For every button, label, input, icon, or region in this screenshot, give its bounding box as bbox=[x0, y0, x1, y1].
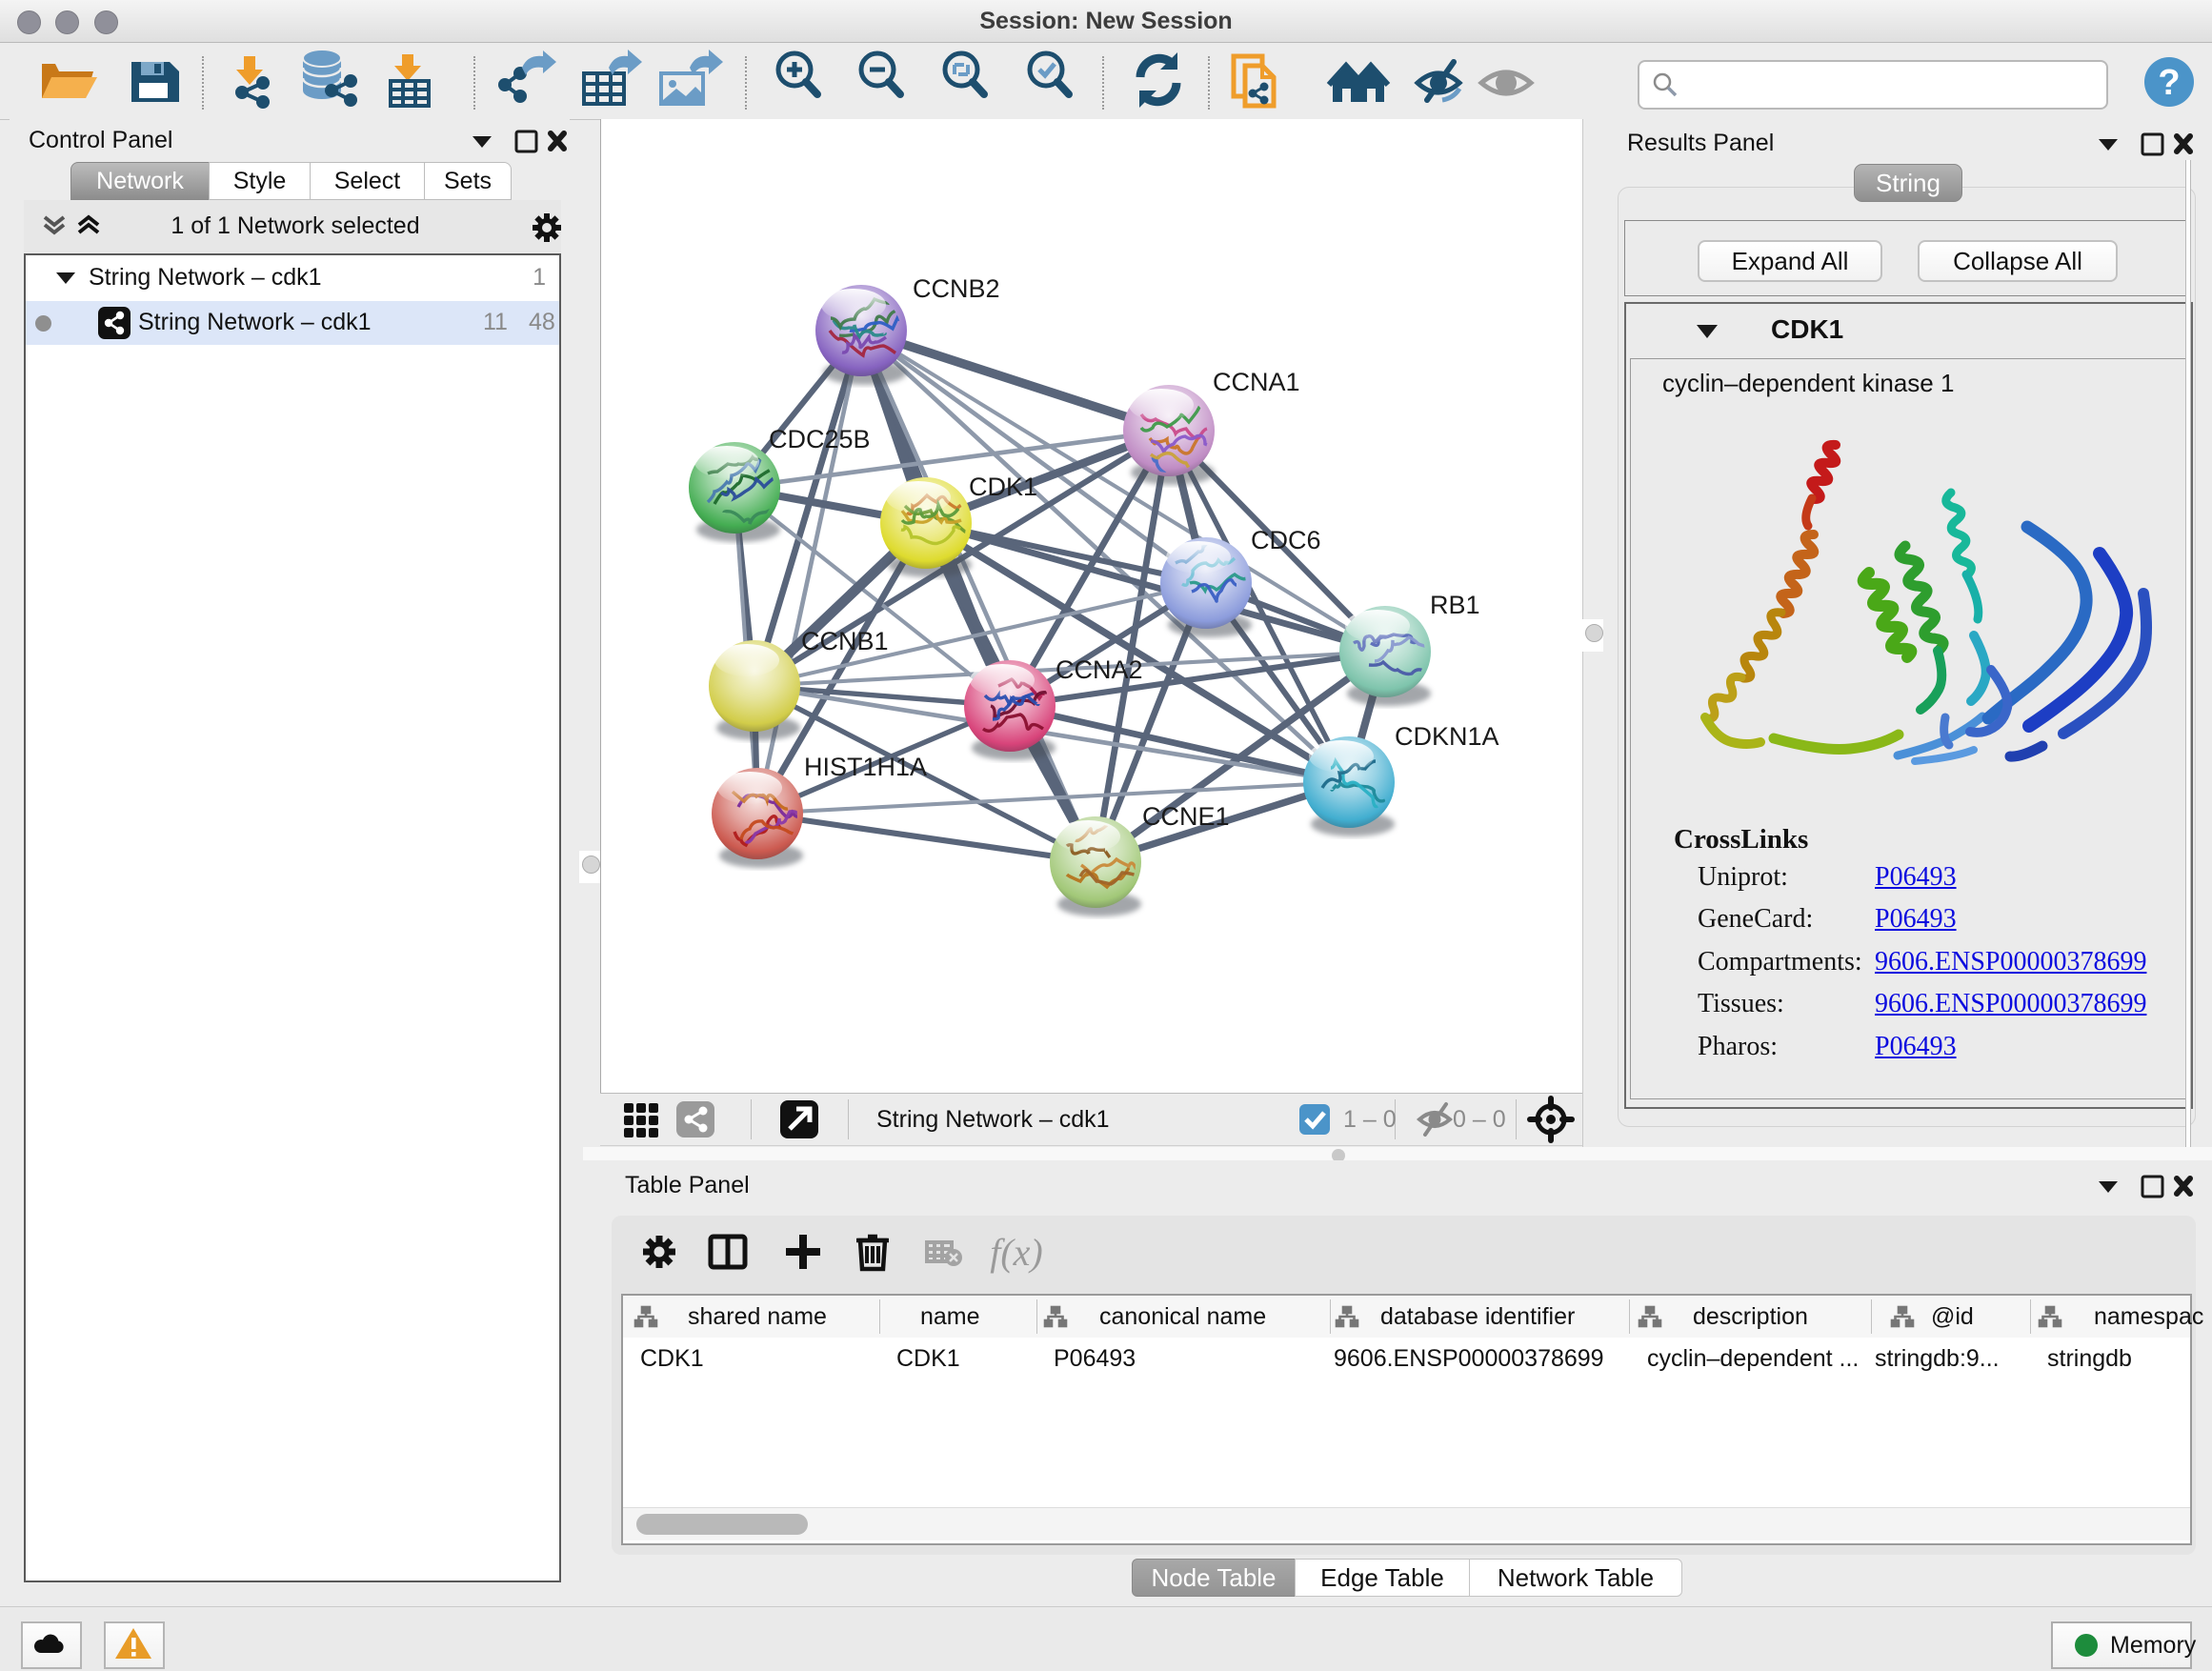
svg-text:HIST1H1A: HIST1H1A bbox=[804, 753, 927, 781]
svg-text:CCNB1: CCNB1 bbox=[801, 627, 889, 655]
svg-text:RB1: RB1 bbox=[1430, 591, 1480, 619]
svg-text:CCNE1: CCNE1 bbox=[1142, 802, 1230, 831]
svg-text:CDC25B: CDC25B bbox=[769, 425, 871, 453]
svg-text:CCNA1: CCNA1 bbox=[1213, 368, 1300, 396]
svg-text:?: ? bbox=[2158, 63, 2180, 103]
svg-text:CDKN1A: CDKN1A bbox=[1395, 722, 1499, 751]
svg-text:CCNA2: CCNA2 bbox=[1056, 655, 1143, 684]
svg-text:CDC6: CDC6 bbox=[1251, 526, 1321, 554]
svg-text:f(x): f(x) bbox=[990, 1231, 1043, 1274]
svg-text:CDK1: CDK1 bbox=[969, 473, 1037, 501]
svg-text:CCNB2: CCNB2 bbox=[913, 274, 1000, 303]
